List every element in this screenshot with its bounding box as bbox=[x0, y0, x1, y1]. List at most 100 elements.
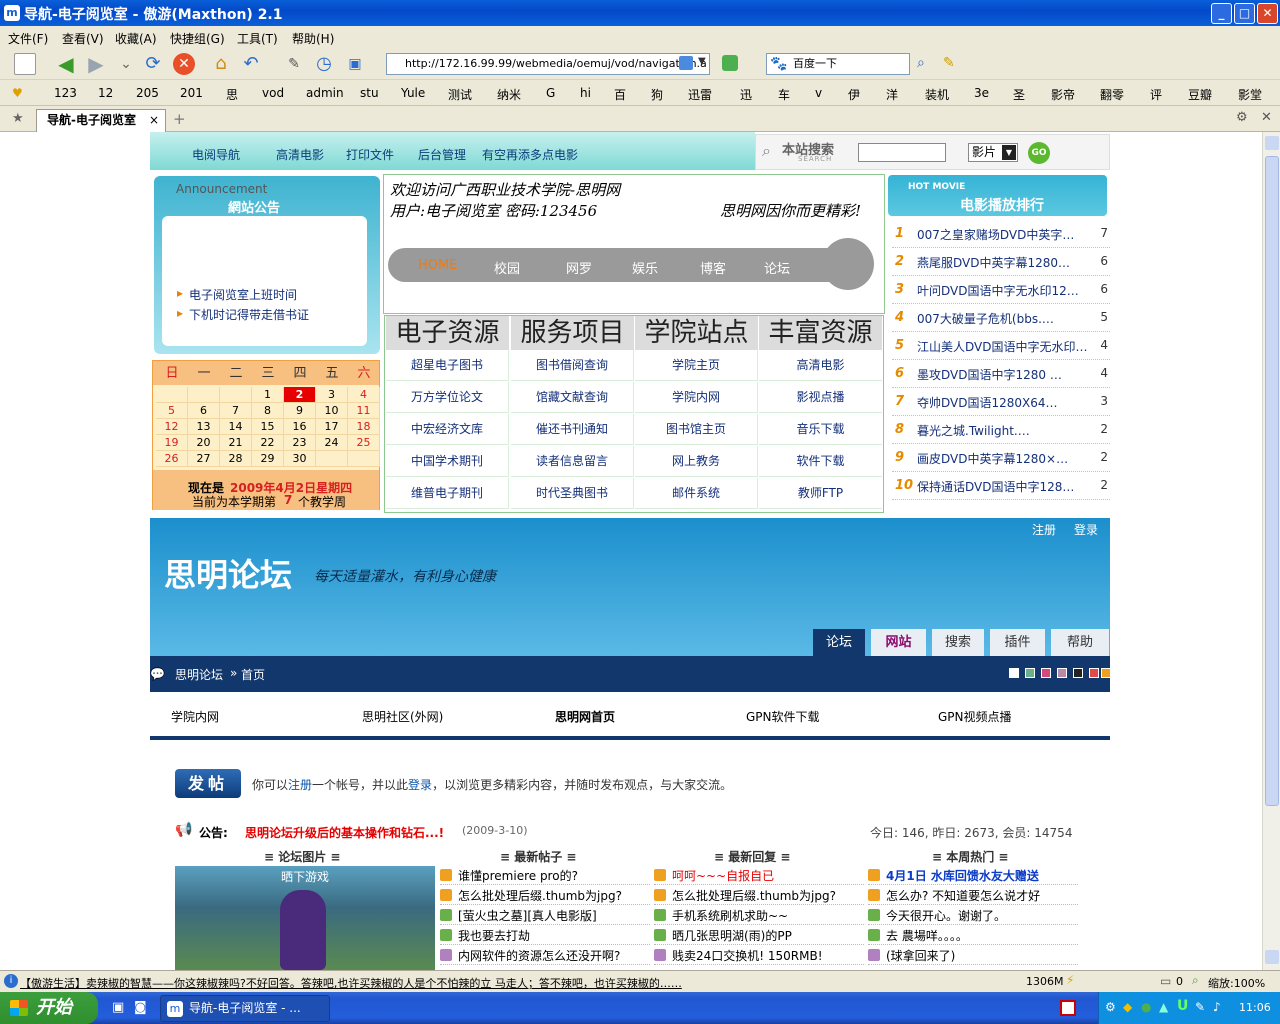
tab-close-icon[interactable]: × bbox=[149, 110, 159, 131]
fav-item[interactable]: hi bbox=[580, 86, 591, 100]
go-icon[interactable] bbox=[722, 55, 738, 71]
tray-icon[interactable]: ◆ bbox=[1123, 1000, 1132, 1014]
movie-title[interactable]: 007大破量子危机(bbs.… bbox=[917, 310, 1054, 327]
post-item[interactable]: [萤火虫之墓][真人电影版] bbox=[440, 907, 650, 925]
calendar-day[interactable]: 14 bbox=[220, 419, 252, 435]
calendar-day[interactable]: 17 bbox=[316, 419, 348, 435]
fav-item[interactable]: v bbox=[815, 86, 822, 100]
fav-item[interactable]: 评 bbox=[1150, 86, 1162, 103]
tray-icon[interactable]: ⚙ bbox=[1105, 1000, 1116, 1014]
grid-link[interactable]: 读者信息留言 bbox=[511, 446, 634, 477]
clock-icon[interactable]: ◷ bbox=[313, 53, 335, 75]
fav-item[interactable]: stu bbox=[360, 86, 379, 100]
post-item[interactable]: 谁懂premiere pro的? bbox=[440, 867, 650, 885]
post-title[interactable]: 怎么批处理后缀.thumb为jpg? bbox=[672, 889, 836, 903]
undo-close-icon[interactable]: ↶ bbox=[240, 53, 262, 75]
post-title[interactable]: 今天很开心。谢谢了。 bbox=[886, 909, 1006, 923]
post-item[interactable]: (球拿回来了) bbox=[868, 947, 1078, 965]
forum-tab-luntan[interactable]: 论坛 bbox=[813, 629, 865, 656]
post-item[interactable]: 手机系统刷机求助~~ bbox=[654, 907, 864, 925]
quicklaunch-icon[interactable]: ◙ bbox=[134, 1000, 147, 1015]
fav-item[interactable]: 迅 bbox=[740, 86, 752, 103]
fav-item[interactable]: 圣 bbox=[1013, 86, 1025, 103]
fav-item[interactable]: 迅雷 bbox=[688, 86, 712, 103]
pin-star-icon[interactable]: ★ bbox=[12, 111, 24, 126]
fav-item[interactable]: G bbox=[546, 86, 555, 100]
post-item[interactable]: 今天很开心。谢谢了。 bbox=[868, 907, 1078, 925]
calendar-day[interactable]: 20 bbox=[188, 435, 220, 451]
menu-help[interactable]: 帮助(H) bbox=[292, 30, 334, 47]
welcome-menu-item[interactable]: 娱乐 bbox=[632, 258, 658, 277]
fav-item[interactable]: vod bbox=[262, 86, 284, 100]
theme-swatch[interactable] bbox=[1101, 668, 1111, 678]
welcome-menu-item[interactable]: 论坛 bbox=[764, 258, 790, 277]
tools-icon[interactable]: ✎ bbox=[283, 53, 305, 75]
address-dropdown-icon[interactable]: ▼ bbox=[698, 56, 706, 67]
post-title[interactable]: [萤火虫之墓][真人电影版] bbox=[458, 909, 597, 923]
highlight-icon[interactable]: ✎ bbox=[943, 55, 955, 71]
tab-tools-icon[interactable]: ⚙ bbox=[1236, 110, 1248, 125]
calendar-day[interactable]: 7 bbox=[220, 403, 252, 419]
grid-link[interactable]: 中国学术期刊 bbox=[386, 446, 509, 477]
movie-title[interactable]: 燕尾服DVD中英字幕1280… bbox=[917, 254, 1070, 271]
tray-app-icon[interactable] bbox=[1060, 1000, 1076, 1016]
screen-icon[interactable]: ▣ bbox=[344, 53, 366, 75]
fav-item[interactable]: 12 bbox=[98, 86, 113, 100]
calendar-day[interactable]: 21 bbox=[220, 435, 252, 451]
forum-tab-help[interactable]: 帮助 bbox=[1051, 629, 1109, 656]
grid-link[interactable]: 高清电影 bbox=[759, 350, 882, 381]
hot-movie-row[interactable]: 5 江山美人DVD国语中字无水印… 4 bbox=[892, 332, 1110, 360]
post-item[interactable]: 贱卖24口交换机! 150RMB! bbox=[654, 947, 864, 965]
post-title[interactable]: 我也要去打劫 bbox=[458, 929, 530, 943]
grid-link[interactable]: 维普电子期刊 bbox=[386, 478, 509, 509]
post-title[interactable]: 晒几张思明湖(雨)的PP bbox=[672, 929, 792, 943]
forum-picture[interactable]: 晒下游戏 bbox=[175, 866, 435, 970]
favorites-heart-icon[interactable]: ♥ bbox=[12, 86, 23, 100]
menu-view[interactable]: 查看(V) bbox=[62, 30, 104, 47]
post-item[interactable]: 去 農場咩。。。。 bbox=[868, 927, 1078, 945]
hot-movie-row[interactable]: 10 保持通话DVD国语中字128… 2 bbox=[892, 472, 1110, 500]
post-item[interactable]: 呵呵~~~自报自已 bbox=[654, 867, 864, 885]
fav-item[interactable]: 测试 bbox=[448, 86, 472, 103]
fav-item[interactable]: 狗 bbox=[651, 86, 663, 103]
quick-link[interactable]: GPN软件下载 bbox=[746, 708, 820, 725]
calendar-day[interactable]: 9 bbox=[284, 403, 316, 419]
grid-link[interactable]: 万方学位论文 bbox=[386, 382, 509, 413]
grid-link[interactable]: 中宏经济文库 bbox=[386, 414, 509, 445]
rss-icon[interactable] bbox=[679, 56, 693, 70]
theme-swatch[interactable] bbox=[1025, 668, 1035, 678]
movie-title[interactable]: 叶问DVD国语中字无水印12… bbox=[917, 282, 1079, 299]
grid-link[interactable]: 网上教务 bbox=[635, 446, 758, 477]
theme-swatch[interactable] bbox=[1009, 668, 1019, 678]
grid-link[interactable]: 时代圣典图书 bbox=[511, 478, 634, 509]
tab-close-all-icon[interactable]: ✕ bbox=[1261, 110, 1272, 125]
zoom-level[interactable]: 缩放:100% bbox=[1208, 975, 1265, 991]
tray-icon[interactable]: U bbox=[1177, 998, 1188, 1014]
calendar-day[interactable]: 23 bbox=[284, 435, 316, 451]
quicklaunch-icon[interactable]: ▣ bbox=[112, 1000, 124, 1015]
post-title[interactable]: 谁懂premiere pro的? bbox=[458, 869, 578, 883]
fav-item[interactable]: 123 bbox=[54, 86, 77, 100]
grid-link[interactable]: 催还书刊通知 bbox=[511, 414, 634, 445]
calendar-day[interactable]: 27 bbox=[188, 451, 220, 467]
calendar-day[interactable]: 25 bbox=[348, 435, 380, 451]
theme-swatch[interactable] bbox=[1041, 668, 1051, 678]
new-page-icon[interactable] bbox=[14, 53, 36, 75]
calendar-day[interactable]: 2 bbox=[284, 387, 316, 403]
movie-title[interactable]: 江山美人DVD国语中字无水印… bbox=[917, 338, 1087, 355]
hot-movie-row[interactable]: 7 夺帅DVD国语1280X64… 3 bbox=[892, 388, 1110, 416]
forum-login-link[interactable]: 登录 bbox=[1074, 521, 1098, 538]
new-tab-icon[interactable]: + bbox=[173, 110, 186, 128]
volume-icon[interactable]: ♪ bbox=[1213, 1000, 1221, 1014]
nav-link[interactable]: 电阅导航 bbox=[192, 146, 240, 163]
hot-movie-row[interactable]: 1 007之皇家赌场DVD中英字… 7 bbox=[892, 220, 1110, 248]
movie-title[interactable]: 夺帅DVD国语1280X64… bbox=[917, 394, 1058, 411]
announcement-item[interactable]: 电子阅览室上班时间 bbox=[189, 286, 297, 303]
post-title[interactable]: 去 農場咩。。。。 bbox=[886, 929, 968, 943]
grid-link[interactable]: 教师FTP bbox=[759, 478, 882, 509]
zoom-icon[interactable]: ⌕ bbox=[1192, 973, 1199, 988]
site-search-select[interactable]: 影片 ▼ bbox=[968, 143, 1018, 162]
calendar-day[interactable]: 4 bbox=[348, 387, 380, 403]
tray-icon[interactable]: ● bbox=[1141, 1000, 1151, 1014]
post-item[interactable]: 内网软件的资源怎么还没开啊? bbox=[440, 947, 650, 965]
